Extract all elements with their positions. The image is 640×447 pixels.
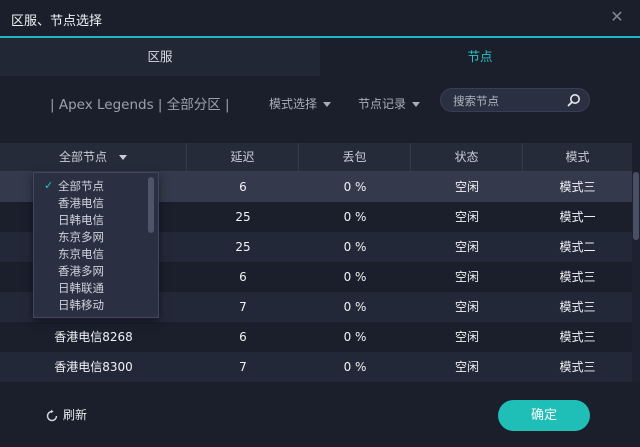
dropdown-option[interactable]: 香港多网 [34,263,146,279]
table-row[interactable]: 香港电信8268 6 0 % 空闲 模式三 [0,322,632,352]
node-record-dropdown[interactable]: 节点记录 [358,95,421,112]
checkmark-icon: ✓ [44,179,54,192]
table-row[interactable]: 香港电信8300 7 0 % 空闲 模式三 [0,352,632,382]
search-box[interactable] [440,88,590,112]
filter-bar: | Apex Legends | 全部分区 | 模式选择 节点记录 [0,76,640,143]
node-record-label: 节点记录 [358,97,407,111]
title-bar: 区服、节点选择 ✕ [0,0,640,36]
search-icon[interactable] [567,93,581,107]
tab-bar: 区服 节点 [0,38,640,76]
dropdown-option[interactable]: 日韩移动 [34,297,146,313]
refresh-label: 刷新 [63,408,88,422]
dropdown-scroll-thumb[interactable] [148,177,154,233]
dropdown-option[interactable]: 日韩电信 [34,212,146,228]
chevron-down-icon [412,102,421,107]
window-title: 区服、节点选择 [11,14,103,29]
game-label: | Apex Legends | 全部分区 | [50,97,230,113]
refresh-icon [46,409,58,421]
header-latency: 延迟 [187,143,299,171]
tab-node[interactable]: 节点 [320,38,640,76]
tab-zone[interactable]: 区服 [0,38,320,76]
footer: 刷新 确定 [0,382,640,447]
dropdown-option[interactable]: 日韩联通 [34,280,146,296]
mode-select-dropdown[interactable]: 模式选择 [269,95,332,112]
mode-select-label: 模式选择 [269,97,318,111]
dropdown-option[interactable]: ✓ 全部节点 [34,178,146,194]
refresh-button[interactable]: 刷新 [45,406,87,423]
dropdown-option[interactable]: 东京多网 [34,229,146,245]
search-input[interactable] [451,92,567,110]
dropdown-option[interactable]: 香港电信 [34,195,146,211]
table-scrollbar[interactable] [632,172,640,382]
confirm-button[interactable]: 确定 [498,400,590,431]
header-mode: 模式 [565,150,590,164]
dropdown-option[interactable]: 东京电信 [34,246,146,262]
table-header: 全部节点 延迟 丢包 状态 模式 [0,143,632,172]
node-filter-dropdown: ✓ 全部节点 香港电信 日韩电信 东京多网 东京电信 香港多网 日韩联通 日韩移动 [33,172,159,318]
chevron-down-icon [119,155,127,160]
header-status: 状态 [411,143,523,171]
table-scroll-thumb[interactable] [633,172,639,240]
chevron-down-icon [323,102,332,107]
header-packet-loss: 丢包 [299,143,411,171]
close-icon[interactable]: ✕ [608,8,626,26]
header-all-nodes[interactable]: 全部节点 [0,143,187,171]
